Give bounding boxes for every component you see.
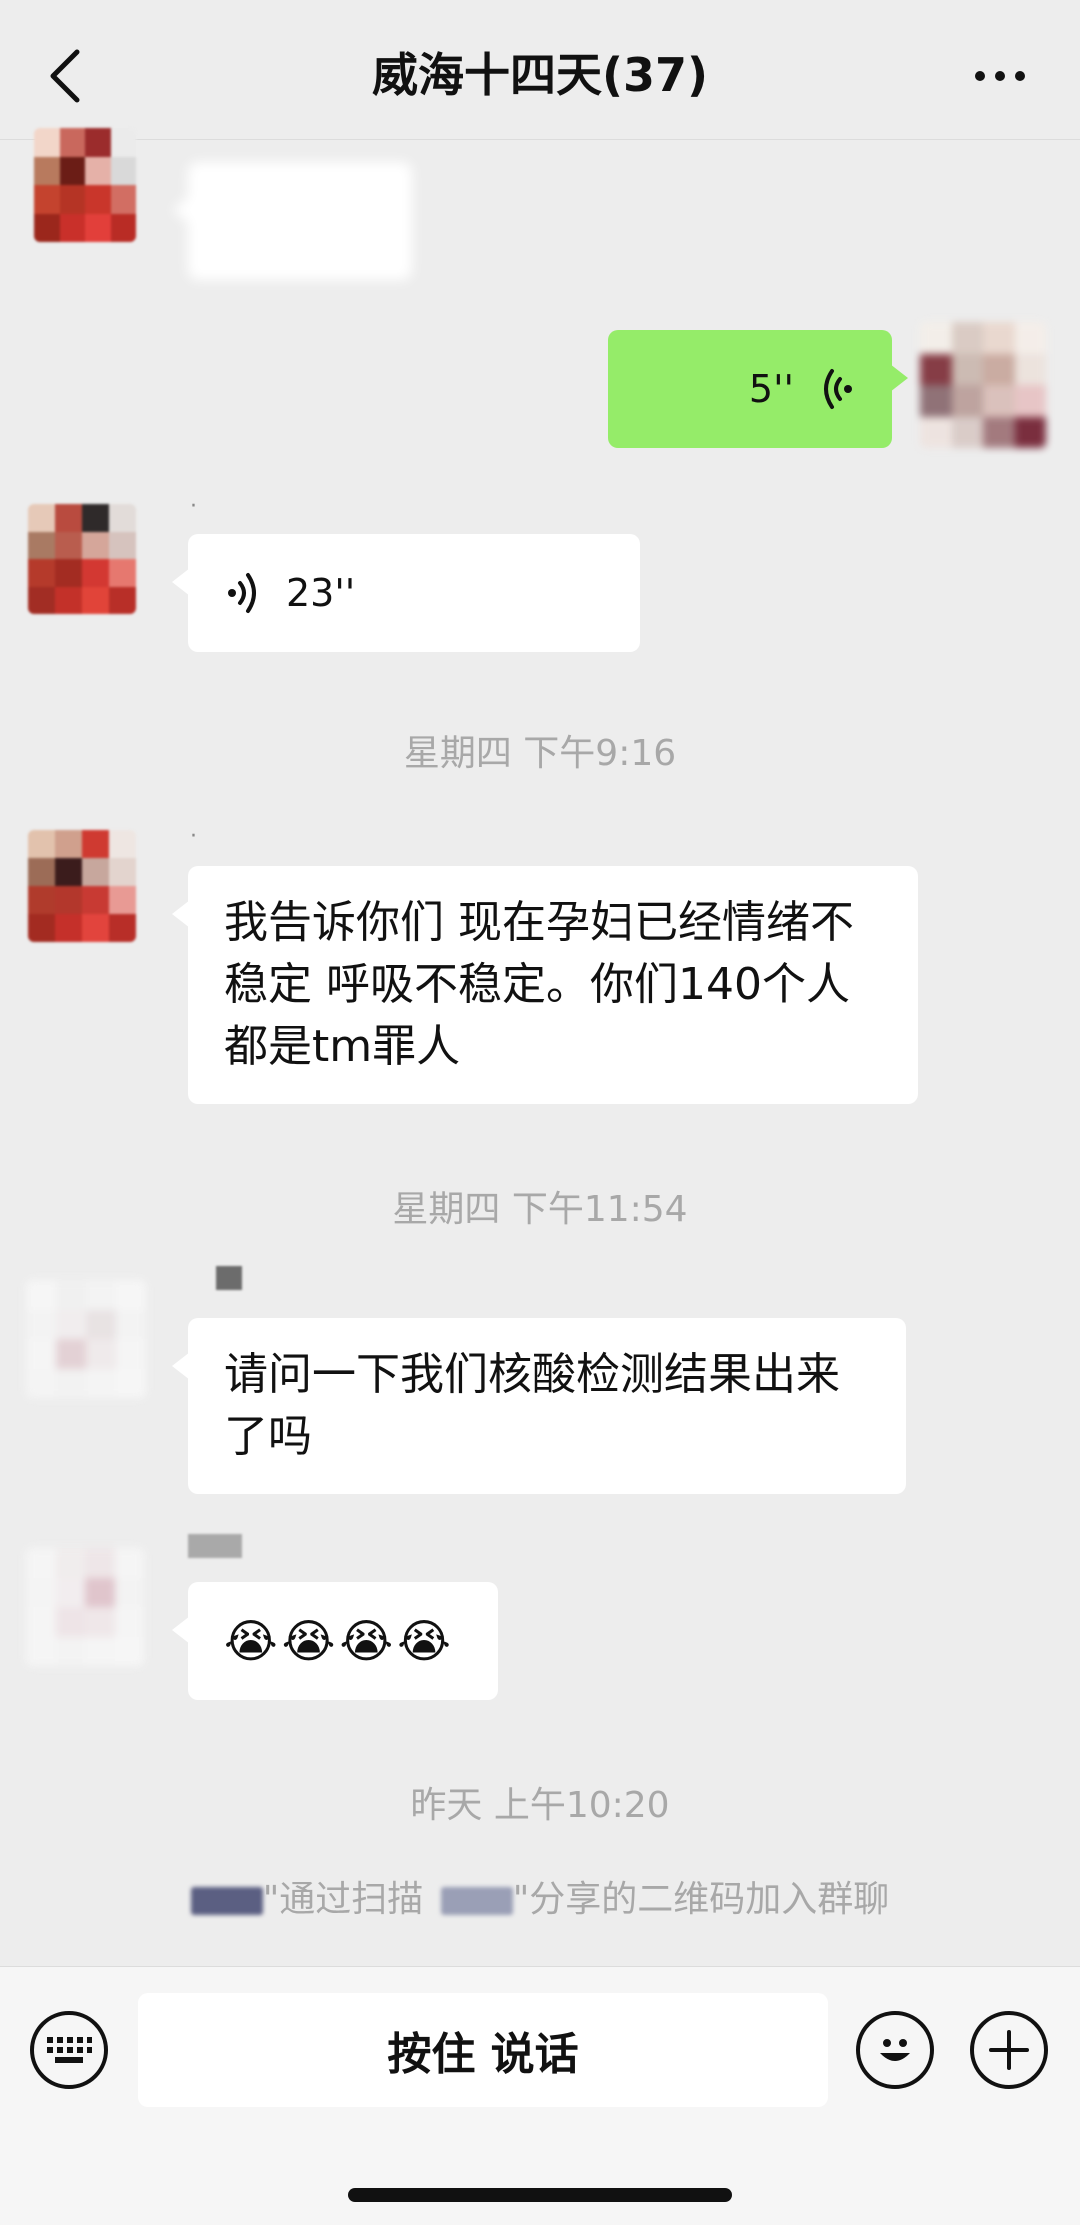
incoming-text-message[interactable]: 请问一下我们核酸检测结果出来了吗	[172, 1318, 906, 1494]
more-dots-icon[interactable]	[960, 52, 1040, 100]
sender-name: ·	[190, 824, 197, 849]
avatar[interactable]	[28, 504, 136, 614]
home-indicator	[348, 2188, 732, 2202]
avatar[interactable]	[26, 1280, 146, 1398]
chat-header: 威海十四天(37)	[0, 0, 1080, 140]
avatar[interactable]	[34, 128, 136, 242]
emoji-icon[interactable]	[856, 2011, 934, 2089]
plus-icon[interactable]	[970, 2011, 1048, 2089]
back-chevron-icon	[50, 49, 80, 103]
hold-to-talk-button[interactable]: 按住 说话	[138, 1993, 828, 2107]
avatar[interactable]	[26, 1548, 144, 1666]
timestamp: 星期四 下午11:54	[392, 1189, 688, 1230]
keyboard-icon[interactable]	[30, 2011, 108, 2089]
system-notice-part1: "通过扫描	[262, 1879, 424, 1920]
sender-name-blurred	[188, 1534, 242, 1558]
sender-name-blurred	[216, 1266, 242, 1290]
voice-wave-icon	[824, 369, 852, 409]
voice-duration: 23''	[286, 571, 356, 615]
avatar[interactable]	[28, 830, 136, 942]
voice-wave-icon	[228, 573, 256, 613]
timestamp: 星期四 下午9:16	[403, 733, 677, 774]
incoming-voice-message[interactable]: 23''	[172, 534, 640, 652]
message-bubble-blurred[interactable]	[172, 162, 412, 280]
back-button[interactable]	[40, 44, 90, 108]
my-avatar[interactable]	[920, 322, 1046, 448]
incoming-text-message[interactable]: 我告诉你们 现在孕妇已经情绪不稳定 呼吸不稳定。你们140个人都是tm罪人	[172, 866, 918, 1104]
blurred-username	[190, 1887, 263, 1915]
input-bar: 按住 说话	[0, 1966, 1080, 2225]
system-notice: "通过扫描 "分享的二维码加入群聊	[0, 1870, 1080, 1922]
emoji-message[interactable]: 😭😭😭😭	[172, 1582, 498, 1700]
voice-duration: 5''	[748, 367, 794, 411]
system-notice-part2: "分享的二维码加入群聊	[512, 1879, 890, 1920]
emoji-text: 😭😭😭😭	[224, 1614, 455, 1668]
timestamp: 昨天 上午10:20	[410, 1785, 670, 1826]
outgoing-voice-message[interactable]: 5''	[608, 330, 908, 448]
chat-title: 威海十四天(37)	[371, 48, 709, 102]
blurred-username	[440, 1887, 513, 1915]
sender-name: ·	[190, 494, 197, 519]
